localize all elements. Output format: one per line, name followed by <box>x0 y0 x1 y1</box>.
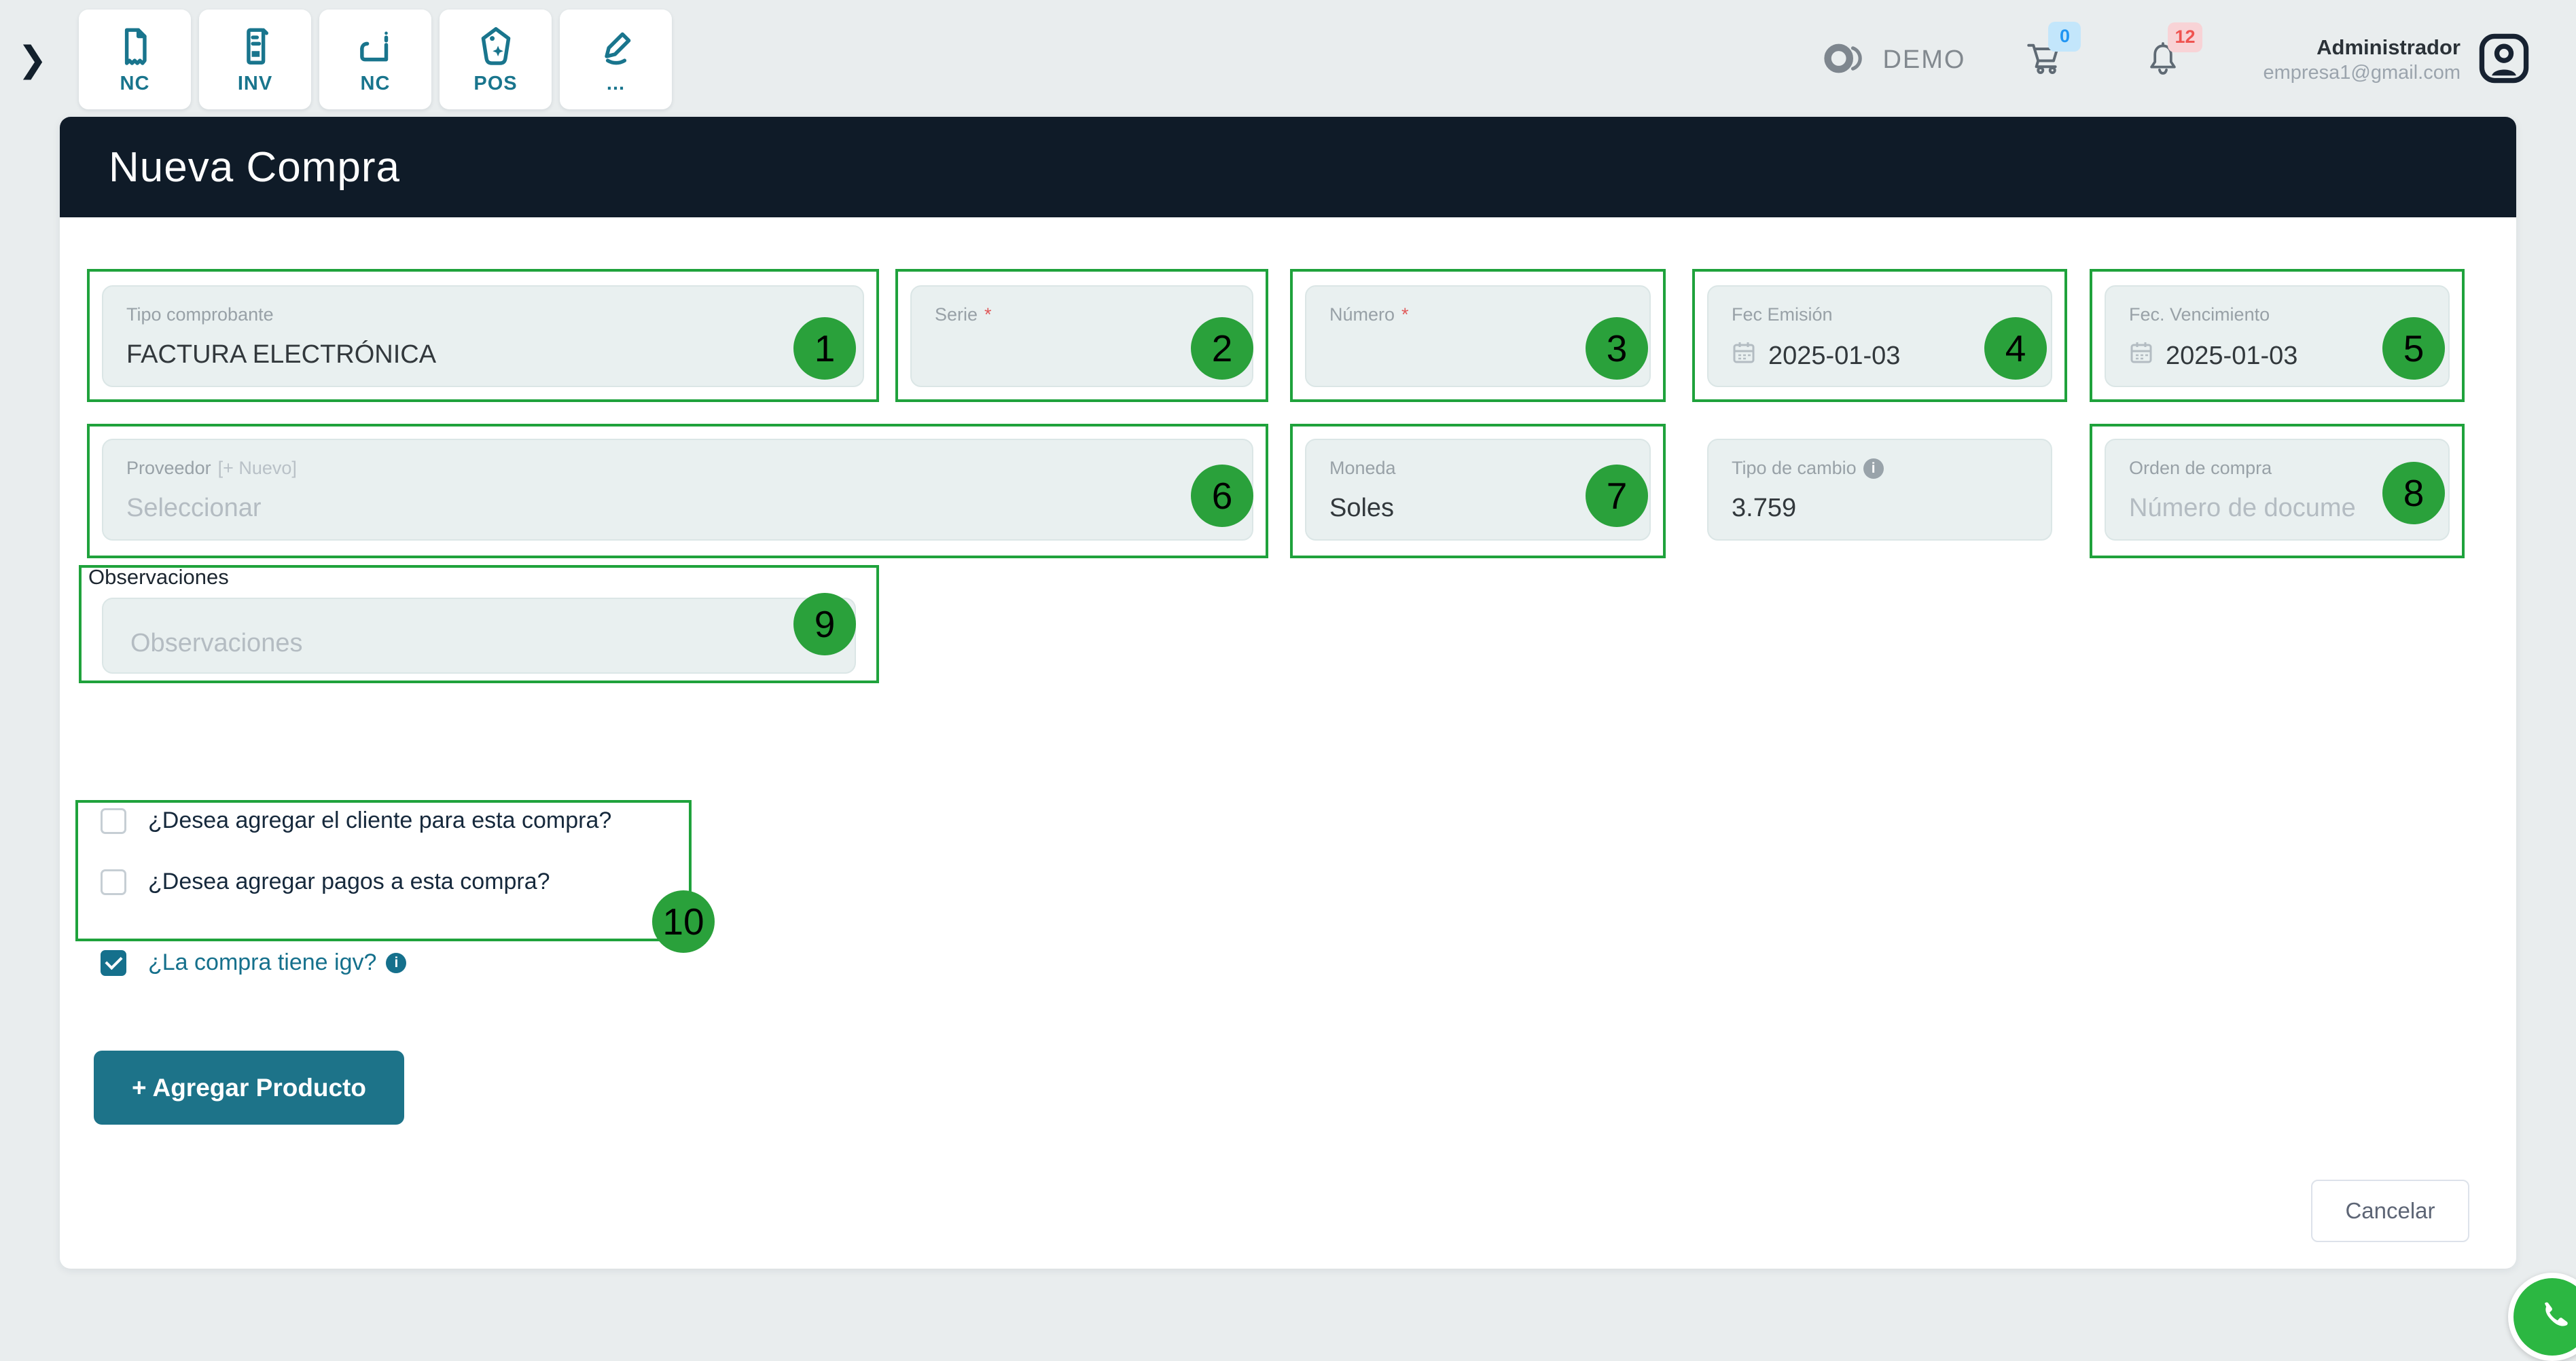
tipo-cambio-label: Tipo de cambio <box>1732 458 1857 479</box>
checkbox-agregar-pagos[interactable]: ¿Desea agregar pagos a esta compra? <box>101 869 550 895</box>
cart-icon <box>2025 69 2063 80</box>
cart-button[interactable]: 0 <box>2025 39 2063 81</box>
sidebar-expand-chevron-icon[interactable]: ❯ <box>18 39 48 80</box>
toolbar-button-nc[interactable]: NC <box>79 10 191 109</box>
checkbox-tiene-igv[interactable]: ¿La compra tiene igv? <box>101 949 406 976</box>
toolbar-button-inv[interactable]: INV <box>199 10 311 109</box>
moneda-select[interactable]: Moneda Soles <box>1305 439 1651 541</box>
fec-vencimiento-label: Fec. Vencimiento <box>2129 304 2270 325</box>
page-header: Nueva Compra <box>60 117 2516 217</box>
required-asterisk: * <box>1401 304 1409 325</box>
checkbox-tiene-igv-label: ¿La compra tiene igv? <box>148 949 376 976</box>
serie-label: Serie <box>935 304 978 325</box>
cart-badge: 0 <box>2048 22 2081 52</box>
topbar-right-cluster: DEMO 0 12 Administrador empresa1@gmail.c… <box>1823 15 2533 105</box>
toolbar-button-label: ... <box>607 73 625 94</box>
user-menu[interactable]: Administrador empresa1@gmail.com <box>2263 35 2461 85</box>
proveedor-placeholder: Seleccionar <box>126 494 1229 523</box>
whatsapp-icon <box>2528 1291 2576 1343</box>
proveedor-label: Proveedor <box>126 458 211 479</box>
calendar-icon <box>1732 340 1756 371</box>
tipo-cambio-value: 3.759 <box>1732 494 2028 523</box>
moneda-label: Moneda <box>1329 458 1396 479</box>
notifications-button[interactable]: 12 <box>2145 40 2181 80</box>
page-title: Nueva Compra <box>109 143 400 192</box>
calendar-icon <box>2129 340 2153 371</box>
tipo-comprobante-label: Tipo comprobante <box>126 304 274 325</box>
avatar-icon[interactable] <box>2475 30 2533 90</box>
demo-label: DEMO <box>1882 46 1965 75</box>
edit-icon <box>595 26 637 68</box>
checkbox-unchecked-icon <box>101 808 126 834</box>
user-name: Administrador <box>2263 35 2461 60</box>
fec-vencimiento-value: 2025-01-03 <box>2166 342 2297 371</box>
toolbar-button-label: NC <box>120 73 150 94</box>
moneda-value: Soles <box>1329 494 1626 523</box>
checkbox-agregar-cliente[interactable]: ¿Desea agregar el cliente para esta comp… <box>101 807 611 834</box>
observaciones-label: Observaciones <box>88 565 229 589</box>
bell-icon <box>2145 68 2181 79</box>
numero-input[interactable]: Número * <box>1305 285 1651 387</box>
notifications-badge: 12 <box>2168 22 2202 52</box>
tipo-cambio-input[interactable]: Tipo de cambio 3.759 <box>1707 439 2052 541</box>
orden-compra-label: Orden de compra <box>2129 458 2272 479</box>
numero-label: Número <box>1329 304 1395 325</box>
toggle-icon <box>1823 41 1872 79</box>
pos-tag-icon <box>475 26 517 68</box>
toolbar-button-label: INV <box>238 73 272 94</box>
toolbar-button-nc2[interactable]: NC <box>319 10 431 109</box>
fec-emision-label: Fec Emisión <box>1732 304 1833 325</box>
nueva-compra-card: Nueva Compra Tipo comprobante FACTURA EL… <box>60 117 2516 1269</box>
orden-compra-placeholder: Número de docume <box>2129 494 2425 523</box>
proveedor-nuevo-link[interactable]: [+ Nuevo] <box>218 458 297 479</box>
note-rotated-icon <box>355 26 397 68</box>
proveedor-select[interactable]: Proveedor [+ Nuevo] Seleccionar <box>102 439 1253 541</box>
checkbox-agregar-cliente-label: ¿Desea agregar el cliente para esta comp… <box>148 807 611 834</box>
toolbar-button-more[interactable]: ... <box>560 10 672 109</box>
info-icon[interactable] <box>1863 458 1884 479</box>
toolbar-button-label: NC <box>361 73 391 94</box>
tipo-comprobante-select[interactable]: Tipo comprobante FACTURA ELECTRÓNICA <box>102 285 864 387</box>
info-icon[interactable] <box>386 953 406 973</box>
fec-emision-datepicker[interactable]: Fec Emisión 2025-01-03 <box>1707 285 2052 387</box>
observaciones-placeholder: Observaciones <box>130 629 302 658</box>
fec-vencimiento-datepicker[interactable]: Fec. Vencimiento 2025-01-03 <box>2105 285 2450 387</box>
cancelar-button[interactable]: Cancelar <box>2311 1180 2469 1242</box>
demo-toggle[interactable]: DEMO <box>1823 41 1965 79</box>
tipo-comprobante-value: FACTURA ELECTRÓNICA <box>126 340 840 369</box>
orden-compra-input[interactable]: Orden de compra Número de docume <box>2105 439 2450 541</box>
quick-access-toolbar: NC INV NC <box>79 10 672 109</box>
checkbox-checked-icon <box>101 950 126 976</box>
toolbar-button-label: POS <box>473 73 517 94</box>
serie-input[interactable]: Serie * <box>910 285 1253 387</box>
agregar-producto-button[interactable]: + Agregar Producto <box>94 1051 404 1125</box>
invoice-icon <box>234 26 276 68</box>
observaciones-textarea[interactable]: Observaciones <box>102 598 856 674</box>
toolbar-button-pos[interactable]: POS <box>440 10 552 109</box>
whatsapp-button[interactable] <box>2508 1273 2576 1361</box>
checkbox-unchecked-icon <box>101 869 126 895</box>
credit-note-document-icon <box>114 26 156 68</box>
user-email: empresa1@gmail.com <box>2263 60 2461 85</box>
required-asterisk: * <box>984 304 992 325</box>
checkbox-agregar-pagos-label: ¿Desea agregar pagos a esta compra? <box>148 869 550 895</box>
fec-emision-value: 2025-01-03 <box>1768 342 1900 371</box>
